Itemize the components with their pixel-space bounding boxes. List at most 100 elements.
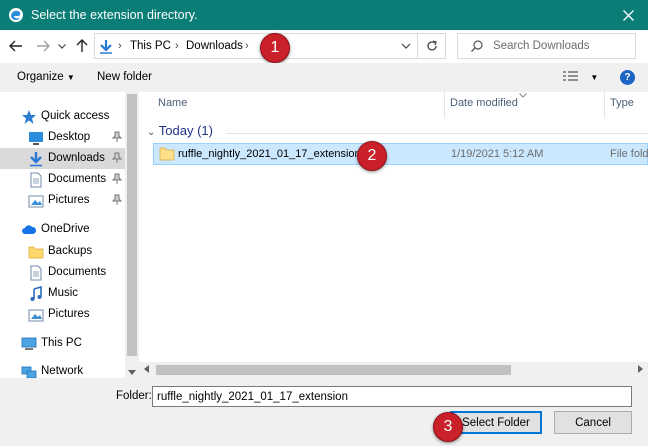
address-dropdown-icon[interactable] <box>401 40 411 52</box>
sidebar-item-label: Desktop <box>48 131 91 143</box>
sidebar-item-label: This PC <box>41 337 82 349</box>
sidebar-item-label: Pictures <box>48 194 90 206</box>
sidebar-item-onedrive-documents[interactable]: Documents <box>0 262 125 283</box>
sidebar-scrollbar[interactable] <box>125 92 139 378</box>
organize-label: Organize <box>17 71 64 83</box>
close-icon <box>622 9 634 21</box>
network-icon <box>21 366 37 378</box>
window-title: Select the extension directory. <box>31 8 198 22</box>
pin-icon[interactable] <box>112 194 122 206</box>
sidebar-item-documents[interactable]: Documents <box>0 169 125 190</box>
organize-menu[interactable]: Organize ▼ <box>17 71 75 83</box>
document-icon <box>30 172 42 188</box>
cloud-icon <box>22 225 37 234</box>
column-divider[interactable] <box>444 92 445 118</box>
folder-icon <box>28 246 44 259</box>
forward-arrow-icon <box>37 40 50 52</box>
refresh-button[interactable] <box>418 33 446 59</box>
horizontal-scrollbar[interactable] <box>139 362 648 378</box>
details-view-icon <box>563 71 578 81</box>
pin-icon[interactable] <box>112 131 122 143</box>
sidebar-item-network[interactable]: Network <box>0 361 125 378</box>
sidebar-item-label: Downloads <box>48 152 105 164</box>
refresh-icon <box>426 40 437 51</box>
search-placeholder: Search Downloads <box>493 40 590 52</box>
annotation-badge-3: 3 <box>433 412 463 442</box>
sidebar-item-downloads[interactable]: Downloads <box>0 148 125 169</box>
dialog-footer: Folder: Select Folder Cancel 3 <box>0 378 648 446</box>
pin-icon[interactable] <box>112 173 122 185</box>
sidebar-item-this-pc[interactable]: This PC <box>0 333 125 354</box>
download-icon <box>30 152 42 167</box>
up-button[interactable] <box>74 38 90 54</box>
sidebar-item-label: Network <box>41 365 84 377</box>
group-header[interactable]: ⌄ Today (1) <box>147 123 213 138</box>
breadcrumb-downloads[interactable]: Downloads <box>186 40 243 52</box>
star-icon <box>22 110 36 124</box>
column-header-type[interactable]: Type <box>610 97 634 109</box>
address-bar[interactable]: › This PC › Downloads › <box>94 33 418 59</box>
sidebar-item-label: Music <box>48 287 79 299</box>
navigation-bar: › This PC › Downloads › Search Downloads… <box>0 30 648 63</box>
desktop-icon <box>29 132 43 145</box>
sidebar-item-backups[interactable]: Backups <box>0 241 125 262</box>
file-date: 1/19/2021 5:12 AM <box>451 148 544 160</box>
sidebar-item-label: Pictures <box>48 308 90 320</box>
forward-button[interactable] <box>35 38 51 54</box>
scrollbar-thumb[interactable] <box>156 365 511 375</box>
sidebar-item-quick-access[interactable]: Quick access <box>0 106 125 127</box>
scrollbar-thumb[interactable] <box>127 94 137 356</box>
sidebar-item-music[interactable]: Music <box>0 283 125 304</box>
close-button[interactable] <box>608 0 648 30</box>
scroll-down-icon[interactable] <box>128 370 136 375</box>
sidebar-item-label: OneDrive <box>41 223 90 235</box>
new-folder-button[interactable]: New folder <box>97 71 152 83</box>
group-label: Today (1) <box>158 123 213 138</box>
column-header-date[interactable]: Date modified <box>450 97 518 109</box>
document-icon <box>30 265 42 281</box>
caret-down-icon: ▼ <box>590 73 599 82</box>
folder-label: Folder: <box>116 390 152 402</box>
scroll-left-icon[interactable] <box>144 365 149 373</box>
breadcrumb-separator: › <box>118 40 122 52</box>
back-arrow-icon <box>9 40 22 52</box>
file-row[interactable]: ruffle_nightly_2021_01_17_extension 1/19… <box>153 143 648 165</box>
scroll-right-icon[interactable] <box>638 365 643 373</box>
search-box[interactable]: Search Downloads <box>457 33 636 59</box>
edge-icon <box>9 8 23 22</box>
sidebar-item-onedrive-pictures[interactable]: Pictures <box>0 304 125 325</box>
sidebar-item-label: Quick access <box>41 110 110 122</box>
download-arrow-icon <box>100 40 112 54</box>
column-divider[interactable] <box>604 92 605 118</box>
sidebar-item-label: Backups <box>48 245 93 257</box>
breadcrumb-separator: › <box>175 40 179 52</box>
group-chevron-icon: ⌄ <box>147 127 156 138</box>
file-name: ruffle_nightly_2021_01_17_extension <box>178 148 361 160</box>
annotation-badge-1: 1 <box>260 33 290 63</box>
sort-chevron-icon <box>519 93 527 98</box>
music-icon <box>30 286 42 301</box>
column-header-name[interactable]: Name <box>158 97 187 109</box>
breadcrumb-this-pc[interactable]: This PC <box>130 40 171 52</box>
computer-icon <box>21 337 37 350</box>
caret-down-icon: ▼ <box>66 73 75 82</box>
recent-locations-button[interactable] <box>57 38 67 54</box>
navigation-pane: Quick access Desktop Downloads Documents… <box>0 92 125 378</box>
select-folder-button[interactable]: Select Folder <box>450 411 542 434</box>
change-view-button[interactable]: ▼ <box>563 71 598 85</box>
cancel-button[interactable]: Cancel <box>554 411 632 434</box>
sidebar-item-onedrive[interactable]: OneDrive <box>0 219 125 240</box>
pin-icon[interactable] <box>112 152 122 164</box>
group-divider <box>226 133 648 134</box>
annotation-badge-2: 2 <box>357 141 387 171</box>
pictures-icon <box>28 309 44 322</box>
help-button[interactable]: ? <box>620 70 635 85</box>
command-toolbar: Organize ▼ New folder ▼ ? <box>0 63 648 92</box>
folder-name-input[interactable] <box>152 386 632 407</box>
sidebar-item-pictures[interactable]: Pictures <box>0 190 125 211</box>
pictures-icon <box>28 195 44 208</box>
back-button[interactable] <box>8 38 24 54</box>
sidebar-item-desktop[interactable]: Desktop <box>0 127 125 148</box>
file-type: File folder <box>610 148 648 160</box>
chevron-down-icon <box>58 43 66 49</box>
